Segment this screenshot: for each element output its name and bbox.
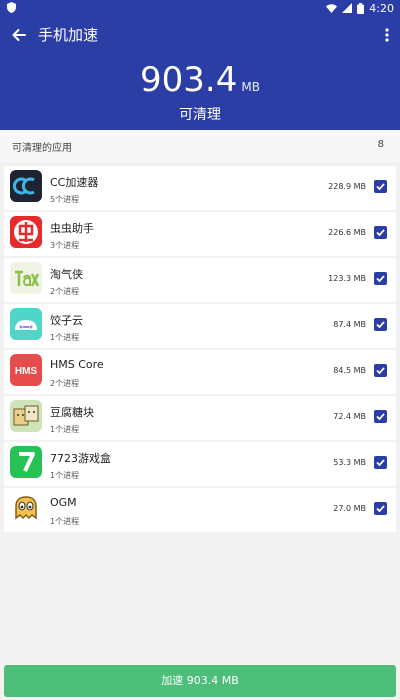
app-checkbox[interactable] — [374, 456, 387, 469]
battery-icon — [357, 2, 365, 14]
app-size: 72.4 MB — [333, 412, 366, 421]
more-options-icon[interactable] — [384, 26, 390, 44]
process-count: 1个进程 — [50, 425, 80, 434]
list-item[interactable]: 虫虫助手 3个进程 226.6 MB — [4, 212, 396, 256]
app-checkbox[interactable] — [374, 272, 387, 285]
list-item[interactable]: 7723游戏盒 1个进程 53.3 MB — [4, 442, 396, 486]
cc-accelerator-icon — [10, 170, 42, 202]
process-count: 3个进程 — [50, 241, 80, 250]
app-checkbox[interactable] — [374, 318, 387, 331]
section-header: 可清理的应用 8 — [0, 130, 400, 162]
game-box-7723-icon — [10, 446, 42, 478]
ogm-icon — [10, 492, 42, 524]
app-name: 饺子云 — [50, 314, 83, 327]
list-item[interactable]: 淘气侠 2个进程 123.3 MB — [4, 258, 396, 302]
back-arrow-icon[interactable] — [10, 26, 28, 44]
app-size: 87.4 MB — [333, 320, 366, 329]
app-checkbox[interactable] — [374, 502, 387, 515]
amount-value: 903.4 — [140, 60, 238, 100]
section-count: 8 — [377, 139, 384, 150]
app-checkbox[interactable] — [374, 226, 387, 239]
app-list: CC加速器 5个进程 228.9 MB 虫虫助手 3个进程 226.6 MB 淘… — [4, 166, 396, 534]
hms-icon-text: HMS — [15, 366, 38, 377]
taoqixia-icon — [10, 262, 42, 294]
app-name: OGM — [50, 496, 77, 509]
process-count: 1个进程 — [50, 517, 80, 526]
jiaoziyun-icon — [10, 308, 42, 340]
app-checkbox[interactable] — [374, 180, 387, 193]
app-size: 27.0 MB — [333, 504, 366, 513]
app-size: 228.9 MB — [328, 182, 366, 191]
section-label: 可清理的应用 — [12, 143, 72, 154]
doufu-icon — [10, 400, 42, 432]
app-name: 淘气侠 — [50, 268, 83, 281]
app-name: CC加速器 — [50, 176, 99, 189]
amount-unit: MB — [241, 80, 260, 94]
list-item[interactable]: CC加速器 5个进程 228.9 MB — [4, 166, 396, 210]
process-count: 5个进程 — [50, 195, 80, 204]
signal-icon — [342, 3, 353, 13]
hms-core-icon: HMS — [10, 354, 42, 386]
amount-subtitle: 可清理 — [179, 107, 221, 123]
list-item[interactable]: HMS HMS Core 2个进程 84.5 MB — [4, 350, 396, 394]
page-title: 手机加速 — [38, 26, 99, 44]
app-name: HMS Core — [50, 358, 104, 371]
process-count: 1个进程 — [50, 471, 80, 480]
list-item[interactable]: OGM 1个进程 27.0 MB — [4, 488, 396, 532]
app-name: 豆腐糖块 — [50, 406, 94, 419]
status-bar: 4:20 — [0, 0, 400, 16]
shield-icon — [7, 2, 16, 13]
clock: 4:20 — [369, 1, 394, 15]
process-count: 2个进程 — [50, 287, 80, 296]
cleanable-amount: 903.4 MB — [0, 60, 400, 107]
app-checkbox[interactable] — [374, 364, 387, 377]
app-size: 226.6 MB — [328, 228, 366, 237]
app-size: 53.3 MB — [333, 458, 366, 467]
app-size: 84.5 MB — [333, 366, 366, 375]
process-count: 2个进程 — [50, 379, 80, 388]
app-name: 虫虫助手 — [50, 222, 94, 235]
wifi-icon — [326, 3, 338, 13]
app-checkbox[interactable] — [374, 410, 387, 423]
accelerate-button[interactable]: 加速 903.4 MB — [4, 665, 396, 697]
app-name: 7723游戏盒 — [50, 452, 111, 465]
header: 手机加速 903.4 MB 可清理 — [0, 16, 400, 130]
app-size: 123.3 MB — [328, 274, 366, 283]
process-count: 1个进程 — [50, 333, 80, 342]
chongchong-icon — [10, 216, 42, 248]
list-item[interactable]: 豆腐糖块 1个进程 72.4 MB — [4, 396, 396, 440]
list-item[interactable]: 饺子云 1个进程 87.4 MB — [4, 304, 396, 348]
